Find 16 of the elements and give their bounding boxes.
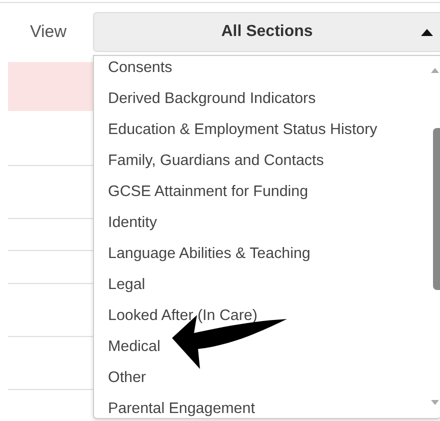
scroll-down-icon[interactable] xyxy=(431,400,439,405)
dropdown-option[interactable]: Looked After (In Care) xyxy=(94,304,429,335)
dropdown-option[interactable]: Education & Employment Status History xyxy=(94,118,429,149)
dropdown-option[interactable]: Language Abilities & Teaching xyxy=(94,242,429,273)
view-label: View xyxy=(30,22,68,42)
section-select[interactable]: All Sections xyxy=(93,12,440,52)
dropdown-option[interactable]: Parental Engagement xyxy=(94,397,429,418)
dropdown-option[interactable]: Consents xyxy=(94,56,429,87)
dropdown-option[interactable]: Derived Background Indicators xyxy=(94,87,429,118)
dropdown-option[interactable]: Family, Guardians and Contacts xyxy=(94,149,429,180)
dropdown-option[interactable]: Legal xyxy=(94,273,429,304)
dropdown-option[interactable]: GCSE Attainment for Funding xyxy=(94,180,429,211)
dropdown-option[interactable]: Other xyxy=(94,366,429,397)
scroll-up-icon[interactable] xyxy=(431,68,439,73)
dropdown-option[interactable]: Identity xyxy=(94,211,429,242)
dropdown-option[interactable]: Medical xyxy=(94,335,429,366)
